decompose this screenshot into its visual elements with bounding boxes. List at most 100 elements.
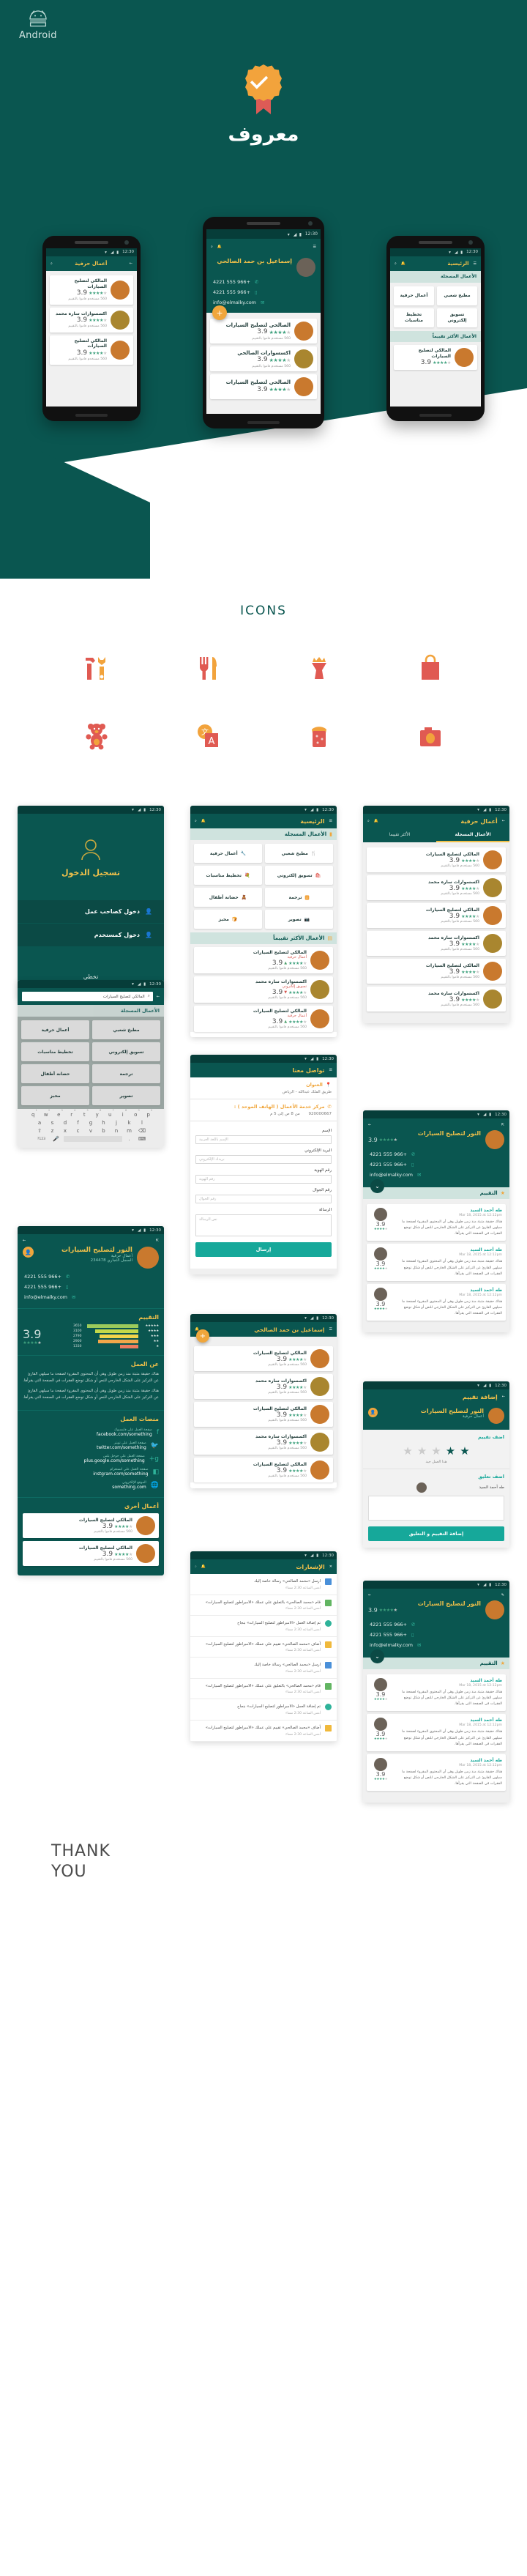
- category-tile[interactable]: أعمال حرفية: [21, 1020, 89, 1039]
- social-link-instagram[interactable]: ◧ صفحة العمل علي انستغرام instgram.com/s…: [23, 1466, 159, 1479]
- period-key[interactable]: .: [124, 1136, 135, 1142]
- social-link-facebook[interactable]: f صفحة العمل علي فايسبوك facebook.com/so…: [23, 1426, 159, 1439]
- tab-top-rated[interactable]: الأكثر تقييما: [363, 828, 436, 842]
- email-row[interactable]: ✉ info@elmalky.com: [368, 1170, 504, 1180]
- hamburger-menu-icon[interactable]: ☰: [329, 819, 332, 823]
- mobile-row[interactable]: ▯ +966 555 4221: [368, 1159, 504, 1170]
- list-item[interactable]: طه أحمد السيد Mar 18, 2015 at 12:12pm هن…: [367, 1753, 506, 1792]
- category-tile[interactable]: مطبخ شعبي: [92, 1020, 160, 1039]
- backspace-key[interactable]: ⌫: [137, 1128, 148, 1134]
- mobile-row[interactable]: ▯ +966 555 4221: [212, 287, 315, 297]
- keyboard-icon[interactable]: ⌨: [137, 1136, 148, 1142]
- key-r[interactable]: 4r: [66, 1109, 77, 1118]
- table-row[interactable]: المالكي لتصليح السيارات ★★★★★ 3.9 560 مست…: [194, 1346, 333, 1371]
- search-icon[interactable]: ⌕: [51, 261, 53, 266]
- social-link-google-plus[interactable]: g+ صفحة العمل علي جوجل بلس plus.google.c…: [23, 1452, 159, 1466]
- category-tile-nursery[interactable]: 🧸 حضانة أطفال: [194, 888, 262, 907]
- key-e[interactable]: 3e: [53, 1109, 64, 1118]
- add-business-button[interactable]: +: [196, 1329, 209, 1343]
- category-tile[interactable]: حضانة أطفال: [21, 1064, 89, 1083]
- phone-row[interactable]: ✆ +966 555 4221: [368, 1619, 504, 1630]
- table-row[interactable]: اكسسوارات ساره محمد ★★★★★ 3.9 560 مستخدم …: [367, 987, 506, 1012]
- star-2[interactable]: ★: [446, 1444, 455, 1458]
- phone-row[interactable]: ✆ +966 555 4221: [23, 1272, 159, 1282]
- arrow-back-icon[interactable]: ←: [502, 819, 505, 823]
- key-l[interactable]: l: [137, 1120, 148, 1126]
- key-u[interactable]: 7u: [105, 1109, 116, 1118]
- key-b[interactable]: b: [98, 1128, 109, 1134]
- key-d[interactable]: d: [60, 1120, 71, 1126]
- star-3[interactable]: ★: [431, 1444, 441, 1458]
- list-item[interactable]: قام «محمد الصالحي» بالتعليق علي عملك «ال…: [190, 1595, 337, 1617]
- key-z[interactable]: z: [47, 1128, 58, 1134]
- shift-key[interactable]: ⇧: [34, 1128, 45, 1134]
- category-tile[interactable]: تسويق إلكتروني: [437, 308, 477, 327]
- email-field[interactable]: بريدك الإلكتروني: [195, 1155, 332, 1164]
- category-tile-crafts[interactable]: 🔧 أعمال حرفية: [194, 844, 262, 863]
- key-m[interactable]: m: [124, 1128, 135, 1134]
- list-item[interactable]: قام «محمد الصالحي» بالتعليق علي عملك «ال…: [190, 1678, 337, 1700]
- login-as-business-owner[interactable]: 👤 دخول كصاحب عمل: [18, 900, 164, 924]
- category-tile[interactable]: مخبز: [21, 1086, 89, 1105]
- star-1[interactable]: ★: [460, 1444, 469, 1458]
- message-field[interactable]: نص الرسالة: [195, 1214, 332, 1236]
- table-row[interactable]: المالكي لتصليح السيارات ★★★★★ 3.9 560 مست…: [194, 1458, 333, 1482]
- search-icon[interactable]: ⌕: [395, 261, 397, 266]
- arrow-back-icon[interactable]: ←: [368, 1593, 371, 1597]
- key-f[interactable]: f: [72, 1120, 83, 1126]
- notification-bell-icon[interactable]: 🔔: [401, 261, 405, 266]
- table-row[interactable]: المالكي لتصليح السيارات ★★★★★ 3.9 560 مس…: [50, 275, 133, 305]
- list-item[interactable]: طه أحمد السيد Mar 18, 2015 at 12:12pm هن…: [367, 1674, 506, 1712]
- table-row[interactable]: المالكي لتصليح السيارات أعمال حرفية ★★★★…: [194, 1006, 333, 1032]
- table-row[interactable]: اكسسوارات ساره محمد تسويق إلكتروني ★★★★★…: [194, 976, 333, 1003]
- notification-bell-icon[interactable]: 🔔: [374, 819, 378, 823]
- phone-row[interactable]: ✆ +966 555 4221: [368, 1149, 504, 1159]
- category-tile[interactable]: تسويق إلكتروني: [92, 1042, 160, 1061]
- email-row[interactable]: ✉ info@elmalky.com: [368, 1640, 504, 1650]
- key-h[interactable]: h: [98, 1120, 109, 1126]
- share-icon[interactable]: ⇱: [156, 1239, 159, 1243]
- mic-icon[interactable]: 🎤: [51, 1136, 61, 1142]
- chevron-down-icon[interactable]: ⌄: [370, 1179, 384, 1193]
- search-input[interactable]: ⌕ المالكي لتصليح السيارات: [22, 992, 153, 1001]
- list-item[interactable]: طه أحمد السيد Mar 18, 2015 at 12:12pm هن…: [367, 1204, 506, 1241]
- list-item[interactable]: ارسل «محمد الصالحي» رسالة خاصة إليك أمس …: [190, 1574, 337, 1595]
- list-item[interactable]: أضاف «محمد الصالحي» تقييم علي عملك «الام…: [190, 1721, 337, 1742]
- table-row[interactable]: اكسسوارات ساره محمد ★★★★★ 3.9 560 مستخدم …: [367, 875, 506, 900]
- tab-registered[interactable]: الأعمال المسجلة: [436, 828, 509, 842]
- close-icon[interactable]: ✕: [329, 1564, 332, 1569]
- social-link-twitter[interactable]: 🐦 صفحة العمل علي تويتر twitter.com/somet…: [23, 1439, 159, 1452]
- category-tile-events[interactable]: 💐 تخطيط مناسبات: [194, 866, 262, 885]
- table-row[interactable]: اكسسوارات ساره محمد ★★★★★ 3.9 560 مستخدم …: [367, 931, 506, 956]
- search-icon[interactable]: ⌕: [195, 819, 197, 823]
- hamburger-menu-icon[interactable]: ☰: [313, 245, 316, 249]
- comment-textarea[interactable]: [368, 1496, 504, 1521]
- star-rating-input[interactable]: ★ ★ ★ ★ ★: [368, 1444, 504, 1458]
- list-item[interactable]: طه أحمد السيد Mar 18, 2015 at 12:12pm هن…: [367, 1714, 506, 1751]
- star-5[interactable]: ★: [403, 1444, 412, 1458]
- key-p[interactable]: 0p: [143, 1109, 154, 1118]
- on-screen-keyboard[interactable]: 1q 2w 3e 4r 5t 6y 7u 8i 9o 0p a s d f g: [18, 1109, 164, 1148]
- category-tile[interactable]: تصوير: [92, 1086, 160, 1105]
- category-tile[interactable]: تخطيط مناسبات: [394, 308, 434, 327]
- table-row[interactable]: المالكي لتصليح السيارات ★★★★★ 3.9 560 مست…: [367, 959, 506, 984]
- category-tile[interactable]: ترجمة: [92, 1064, 160, 1083]
- name-field[interactable]: الإسم باللغة العربية: [195, 1135, 332, 1144]
- hamburger-menu-icon[interactable]: ☰: [329, 1068, 332, 1072]
- social-link-website[interactable]: 🌐 الموقع الإلكتروني something.com: [23, 1479, 159, 1492]
- search-icon[interactable]: ⌕: [195, 1564, 197, 1569]
- category-tile-kitchen[interactable]: 🍴 مطبخ شعبي: [265, 844, 333, 863]
- email-row[interactable]: ✉ info@elmalky.com: [212, 297, 315, 308]
- share-icon[interactable]: ⇱: [501, 1123, 504, 1127]
- symbols-key[interactable]: ?123: [34, 1137, 49, 1141]
- table-row[interactable]: الصالحي لتصليح السيارات ★★★★★ 3.9 560 مس…: [210, 319, 317, 344]
- table-row[interactable]: المالكي لتصليح السيارات ★★★★★ 3.9 560 مس…: [50, 335, 133, 365]
- submit-button[interactable]: إرسال: [195, 1242, 332, 1257]
- table-row[interactable]: اكسسوارات ساره محمد ★★★★★ 3.9 560 مستخدم …: [194, 1374, 333, 1399]
- arrow-back-icon[interactable]: ←: [502, 1395, 505, 1399]
- edit-icon[interactable]: ✎: [501, 1593, 504, 1597]
- login-as-user[interactable]: 👤 دخول كمستخدم: [18, 924, 164, 947]
- arrow-back-icon[interactable]: ←: [368, 1123, 371, 1127]
- list-item[interactable]: أضاف «محمد الصالحي» تقييم علي عملك «الام…: [190, 1636, 337, 1658]
- search-icon[interactable]: ⌕: [367, 819, 370, 823]
